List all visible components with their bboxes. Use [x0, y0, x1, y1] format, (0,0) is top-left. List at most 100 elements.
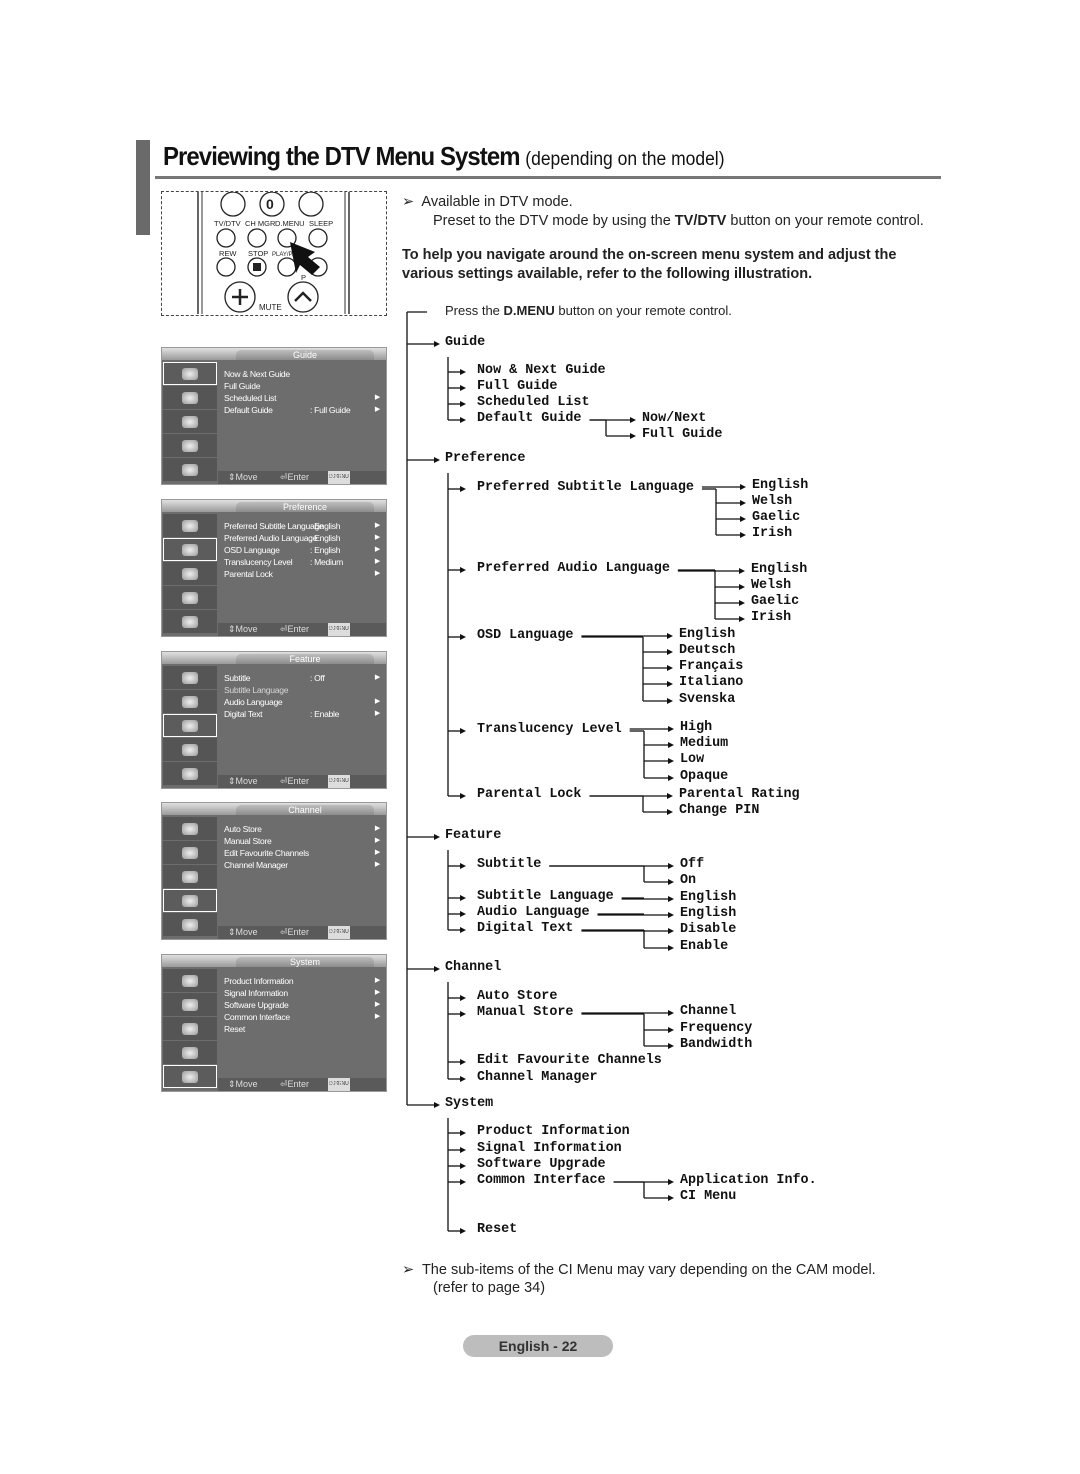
tree-item: OSD Language	[477, 628, 574, 643]
tree-option: English	[680, 906, 737, 921]
tree-option: Low	[680, 752, 705, 767]
tree-item: Parental Lock	[477, 787, 582, 802]
arrow-head-icon	[739, 568, 745, 574]
arrow-head-icon	[460, 1163, 466, 1169]
ci-note: ➢ The sub-items of the CI Menu may vary …	[402, 1262, 876, 1278]
tree-item: Common Interface	[477, 1173, 606, 1188]
arrow-head-icon	[434, 457, 440, 463]
arrow-head-icon	[460, 1179, 466, 1185]
arrow-head-icon	[667, 681, 673, 687]
page-number-badge: English - 22	[463, 1335, 613, 1357]
tree-option: Welsh	[752, 494, 793, 509]
menu-tree-connectors	[406, 311, 746, 1234]
tree-option: Disable	[680, 922, 737, 937]
arrow-head-icon	[434, 1102, 440, 1108]
tree-option: English	[752, 478, 809, 493]
tree-item: Digital Text	[477, 921, 574, 936]
arrow-head-icon	[668, 1010, 674, 1016]
arrow-head-icon	[740, 484, 746, 490]
tree-menu-channel: Channel	[445, 960, 502, 975]
tree-option: Channel	[680, 1004, 737, 1019]
tree-item: Full Guide	[477, 379, 558, 394]
arrow-head-icon	[668, 742, 674, 748]
tree-item: Subtitle Language	[477, 889, 614, 904]
arrow-head-icon	[460, 634, 466, 640]
arrow-head-icon	[460, 401, 466, 407]
tree-item: Software Upgrade	[477, 1157, 606, 1172]
arrow-head-icon	[460, 385, 466, 391]
tree-option: Bandwidth	[680, 1037, 753, 1052]
arrow-head-icon	[460, 1059, 466, 1065]
ci-note-ref: (refer to page 34)	[433, 1280, 546, 1296]
tree-option: Parental Rating	[679, 787, 800, 802]
arrow-head-icon	[460, 863, 466, 869]
arrow-head-icon	[668, 775, 674, 781]
arrow-head-icon	[460, 793, 466, 799]
arrow-head-icon	[667, 649, 673, 655]
tree-option: Irish	[752, 526, 793, 541]
arrow-head-icon	[434, 341, 440, 347]
arrow-head-icon	[460, 1130, 466, 1136]
tree-option: English	[751, 562, 808, 577]
tree-option: Opaque	[680, 769, 729, 784]
tree-item: Auto Store	[477, 989, 558, 1004]
tree-option: Gaelic	[751, 594, 800, 609]
arrow-head-icon	[740, 500, 746, 506]
arrow-head-icon	[667, 665, 673, 671]
tree-option: Application Info.	[680, 1173, 817, 1188]
arrow-head-icon	[668, 945, 674, 951]
tree-option: Irish	[751, 610, 792, 625]
arrow-head-icon	[460, 369, 466, 375]
arrow-head-icon	[668, 912, 674, 918]
arrow-head-icon	[668, 863, 674, 869]
tree-option: Welsh	[751, 578, 792, 593]
arrow-head-icon	[668, 1043, 674, 1049]
arrow-head-icon	[739, 616, 745, 622]
arrow-head-icon	[667, 809, 673, 815]
tree-option: Frequency	[680, 1021, 753, 1036]
arrow-head-icon	[668, 1027, 674, 1033]
tree-item: Subtitle	[477, 857, 542, 872]
tree-option: High	[680, 720, 713, 735]
ci-note-text: The sub-items of the CI Menu may vary de…	[421, 1262, 876, 1278]
arrow-head-icon	[460, 1228, 466, 1234]
tree-option: Deutsch	[679, 643, 736, 658]
tree-option: Svenska	[679, 692, 736, 707]
tree-option: Gaelic	[752, 510, 801, 525]
arrow-head-icon	[668, 896, 674, 902]
arrow-head-icon	[668, 1195, 674, 1201]
tree-option: Italiano	[679, 675, 744, 690]
arrow-head-icon	[668, 928, 674, 934]
tree-option: CI Menu	[680, 1189, 737, 1204]
arrow-head-icon	[740, 532, 746, 538]
tree-option: Off	[680, 857, 705, 872]
tree-option: Full Guide	[642, 427, 723, 442]
tree-item: Signal Information	[477, 1141, 622, 1156]
tree-option: On	[680, 873, 697, 888]
arrow-head-icon	[460, 1076, 466, 1082]
arrow-head-icon	[667, 698, 673, 704]
tree-item: Preferred Subtitle Language	[477, 480, 694, 495]
tree-option: English	[679, 627, 736, 642]
tree-item: Scheduled List	[477, 395, 590, 410]
tree-item: Channel Manager	[477, 1070, 598, 1085]
tree-menu-feature: Feature	[445, 828, 502, 843]
arrow-head-icon	[460, 927, 466, 933]
arrow-head-icon	[739, 584, 745, 590]
tree-item: Preferred Audio Language	[477, 561, 670, 576]
arrow-head-icon	[630, 433, 636, 439]
tree-menu-preference: Preference	[445, 451, 526, 466]
tree-item: Translucency Level	[477, 722, 622, 737]
arrow-head-icon	[460, 728, 466, 734]
arrow-head-icon	[460, 911, 466, 917]
arrow-head-icon	[434, 966, 440, 972]
arrow-head-icon	[630, 417, 636, 423]
tree-item: Reset	[477, 1222, 518, 1237]
arrow-head-icon	[667, 633, 673, 639]
tree-menu-system: System	[445, 1096, 494, 1111]
arrow-head-icon	[739, 600, 745, 606]
arrow-head-icon	[668, 726, 674, 732]
tree-option: Medium	[680, 736, 729, 751]
tree-item: Manual Store	[477, 1005, 574, 1020]
arrow-head-icon	[434, 834, 440, 840]
